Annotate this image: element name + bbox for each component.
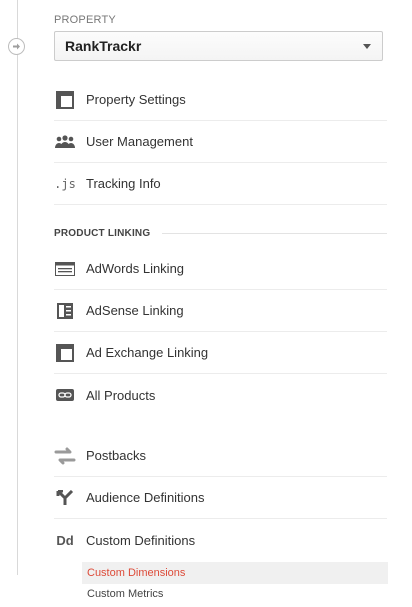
js-icon: .js [54,176,76,191]
postbacks-icon [54,445,76,467]
product-linking-section-label: PRODUCT LINKING [54,228,387,239]
menu-item-tracking-info[interactable]: .js Tracking Info [54,163,387,205]
menu-item-user-management[interactable]: User Management [54,121,387,163]
timeline-rail [17,0,18,575]
menu-item-label: Custom Definitions [86,532,196,548]
property-selector-value: RankTrackr [65,38,142,54]
link-icon [54,384,76,406]
ad-exchange-icon [54,342,76,364]
adsense-icon [54,300,76,322]
menu-item-label: Ad Exchange Linking [86,345,209,360]
sub-item-custom-metrics[interactable]: Custom Metrics [82,583,388,605]
chevron-down-icon [363,44,371,49]
property-settings-icon [54,89,76,111]
audience-icon [54,487,76,509]
menu-item-all-products[interactable]: All Products [54,374,387,416]
menu-item-custom-definitions[interactable]: Dd Custom Definitions [54,519,387,561]
menu-item-label: Audience Definitions [86,490,205,505]
menu-item-label: Postbacks [86,448,146,463]
menu-item-label: All Products [86,387,156,403]
menu-item-label: Tracking Info [86,176,161,191]
menu-item-label: Property Settings [86,92,186,107]
property-selector[interactable]: RankTrackr [54,31,383,61]
custom-definitions-icon: Dd [56,532,74,548]
menu-item-label: AdWords Linking [86,261,185,276]
menu-item-ad-exchange-linking[interactable]: Ad Exchange Linking [54,332,387,374]
menu-item-adsense-linking[interactable]: AdSense Linking [54,290,387,332]
menu-item-label: AdSense Linking [86,303,184,318]
menu-item-audience-definitions[interactable]: Audience Definitions [54,477,387,519]
menu-item-adwords-linking[interactable]: AdWords Linking [54,248,387,290]
divider [162,233,387,234]
property-section-label: PROPERTY [54,14,116,26]
menu-item-property-settings[interactable]: Property Settings [54,79,387,121]
menu-item-label: User Management [86,134,193,149]
users-icon [54,131,76,153]
arrow-right-circle-icon[interactable] [8,38,25,55]
sub-item-custom-dimensions[interactable]: Custom Dimensions [82,562,388,584]
adwords-icon [54,258,76,280]
menu-item-postbacks[interactable]: Postbacks [54,435,387,477]
